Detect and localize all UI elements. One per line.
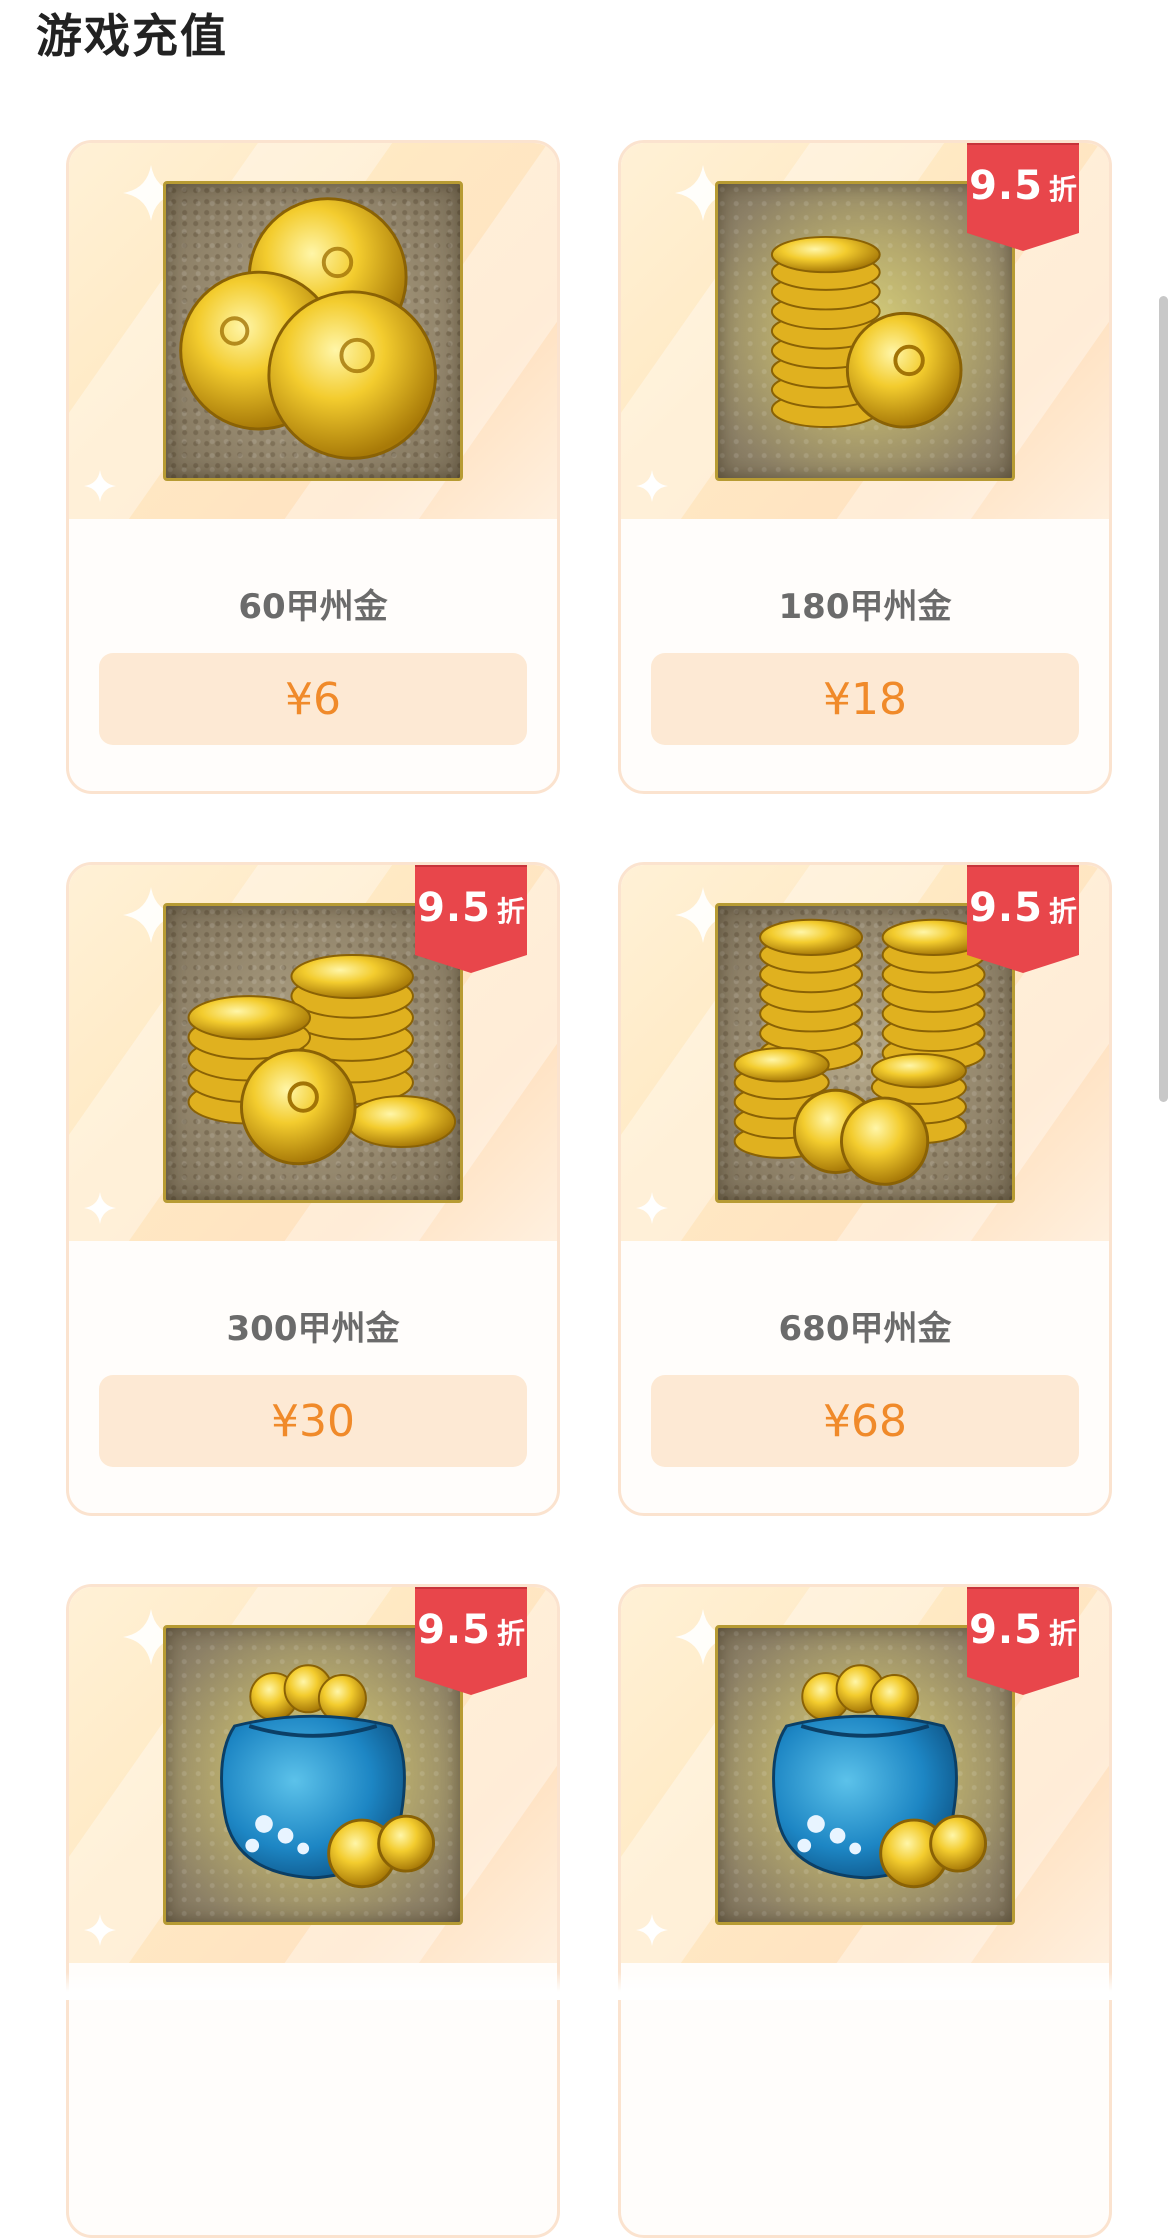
product-card[interactable]: 60甲州金 ¥6: [66, 140, 560, 794]
three-gold-coins-icon: [163, 181, 463, 481]
discount-value: 9.5: [417, 1607, 491, 1653]
product-card[interactable]: 9.5 折: [66, 1584, 560, 2238]
sparkle-icon: [636, 1914, 668, 1946]
sparkle-icon: [84, 470, 116, 502]
discount-badge: 9.5 折: [967, 143, 1079, 251]
discount-value: 9.5: [417, 885, 491, 931]
discount-unit: 折: [1048, 173, 1077, 206]
discount-value: 9.5: [969, 885, 1043, 931]
sparkle-icon: [84, 1914, 116, 1946]
discount-value: 9.5: [969, 163, 1043, 209]
sparkle-icon: [636, 470, 668, 502]
discount-badge: 9.5 折: [415, 1587, 527, 1695]
discount-value: 9.5: [969, 1607, 1043, 1653]
price-button[interactable]: ¥68: [651, 1375, 1079, 1467]
product-card[interactable]: 9.5 折 300甲州金 ¥30: [66, 862, 560, 1516]
sparkle-icon: [636, 1192, 668, 1224]
price-button[interactable]: ¥18: [651, 653, 1079, 745]
discount-unit: 折: [1048, 895, 1077, 928]
product-name: 680甲州金: [778, 1309, 952, 1349]
price-button[interactable]: ¥6: [99, 653, 527, 745]
discount-badge: 9.5 折: [967, 1587, 1079, 1695]
discount-unit: 折: [496, 1617, 525, 1650]
price-button[interactable]: ¥30: [99, 1375, 527, 1467]
product-name: 300甲州金: [226, 1309, 400, 1349]
product-card[interactable]: 9.5 折 180甲州金 ¥18: [618, 140, 1112, 794]
discount-badge: 9.5 折: [415, 865, 527, 973]
discount-unit: 折: [1048, 1617, 1077, 1650]
discount-badge: 9.5 折: [967, 865, 1079, 973]
card-banner: [69, 143, 557, 519]
product-name: 180甲州金: [778, 587, 952, 627]
product-card[interactable]: 9.5 折 680甲州金 ¥68: [618, 862, 1112, 1516]
bottom-fade: [0, 1972, 1170, 2000]
scrollbar[interactable]: [1159, 296, 1168, 1102]
product-grid: 60甲州金 ¥6 9.5 折 180甲州金 ¥18 9.5 折 300甲州金 ¥…: [0, 0, 1170, 2238]
product-name: 60甲州金: [238, 587, 388, 627]
product-card[interactable]: 9.5 折: [618, 1584, 1112, 2238]
discount-unit: 折: [496, 895, 525, 928]
sparkle-icon: [84, 1192, 116, 1224]
